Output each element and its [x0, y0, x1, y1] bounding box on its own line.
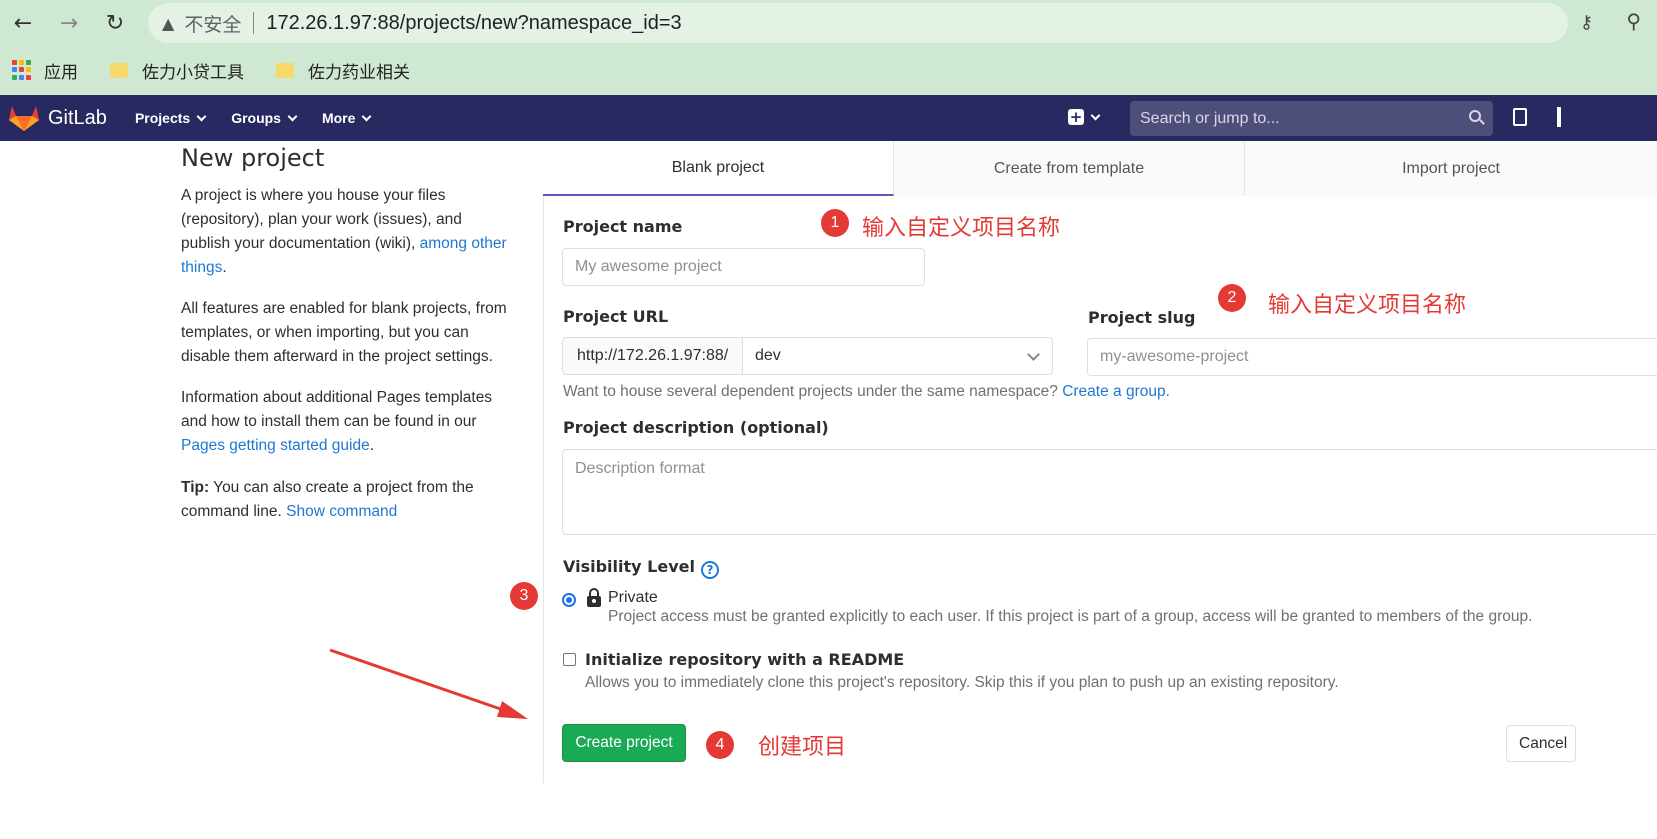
- chevron-down-icon: [1027, 348, 1040, 361]
- create-project-button[interactable]: Create project: [562, 724, 686, 762]
- lock-icon: [587, 588, 601, 607]
- url-text[interactable]: 172.26.1.97:88/projects/new?namespace_id…: [266, 12, 681, 35]
- pages-paragraph: Information about additional Pages templ…: [181, 386, 511, 458]
- nav-projects-menu[interactable]: Projects: [134, 110, 207, 126]
- description-label: Project description (optional): [563, 418, 829, 437]
- todo-icon[interactable]: [1513, 108, 1527, 126]
- private-help: Project access must be granted explicitl…: [608, 608, 1533, 625]
- readme-help: Allows you to immediately clone this pro…: [585, 674, 1339, 691]
- intro-column: New project A project is where you house…: [181, 141, 511, 524]
- project-url-label: Project URL: [563, 307, 669, 326]
- bookmark-label: 佐力药业相关: [308, 62, 410, 83]
- bookmark-label: 佐力小贷工具: [142, 62, 244, 83]
- nav-groups-menu[interactable]: Groups: [231, 110, 298, 126]
- bookmark-folder[interactable]: 佐力小贷工具: [104, 58, 244, 83]
- key-icon[interactable]: ⚷: [1580, 12, 1593, 33]
- features-paragraph: All features are enabled for blank proje…: [181, 300, 507, 365]
- nav-menu-label: Projects: [134, 110, 191, 126]
- tab-blank-project[interactable]: Blank project: [543, 141, 894, 196]
- tab-import-project[interactable]: Import project: [1245, 141, 1657, 196]
- annotation-badge: 4: [706, 731, 734, 759]
- visibility-label-text: Visibility Level: [563, 557, 695, 576]
- cancel-button[interactable]: Cancel: [1506, 725, 1576, 762]
- tab-create-from-template[interactable]: Create from template: [894, 141, 1245, 196]
- question-circle-icon[interactable]: ?: [700, 561, 719, 579]
- pages-guide-link[interactable]: Pages getting started guide: [181, 437, 370, 454]
- search-icon: [1469, 110, 1481, 122]
- bookmark-apps[interactable]: 应用: [12, 58, 78, 83]
- bookmark-folder[interactable]: 佐力药业相关: [270, 58, 410, 83]
- gitlab-brand[interactable]: GitLab: [48, 107, 107, 130]
- intro-paragraph: A project is where you house your files …: [181, 184, 511, 280]
- bookmarks-bar: 应用 佐力小贷工具 佐力药业相关: [0, 50, 436, 90]
- reload-icon[interactable]: ↻: [100, 8, 130, 38]
- new-item-dropdown[interactable]: +: [1068, 108, 1101, 126]
- chevron-down-icon: [1090, 110, 1101, 120]
- chevron-down-icon: [361, 111, 372, 121]
- project-slug-label: Project slug: [1088, 308, 1196, 327]
- readme-checkbox[interactable]: [563, 653, 576, 666]
- merge-request-icon[interactable]: [1557, 107, 1561, 127]
- namespace-value: dev: [755, 347, 781, 364]
- private-label[interactable]: Private: [608, 589, 658, 607]
- annotation-text: 创建项目: [758, 735, 847, 760]
- annotation-badge: 3: [510, 582, 538, 610]
- warning-icon: ▲: [162, 13, 175, 33]
- zoom-icon[interactable]: ⚲: [1626, 9, 1641, 33]
- project-name-input[interactable]: My awesome project: [562, 248, 925, 286]
- search-input[interactable]: Search or jump to...: [1130, 101, 1493, 136]
- search-placeholder: Search or jump to...: [1140, 109, 1280, 127]
- chevron-down-icon: [196, 111, 207, 121]
- group-help-text: Want to house several dependent projects…: [563, 383, 1063, 400]
- private-radio[interactable]: [562, 593, 576, 607]
- project-tabs: Blank project Create from template Impor…: [543, 141, 1657, 196]
- project-name-label: Project name: [563, 217, 683, 236]
- show-command-link[interactable]: Show command: [286, 503, 397, 520]
- pages-text: Information about additional Pages templ…: [181, 389, 493, 430]
- group-help: Want to house several dependent projects…: [563, 383, 1170, 401]
- browser-toolbar: ← → ↻ ▲ 不安全 172.26.1.97:88/projects/new?…: [0, 0, 1657, 95]
- pages-text-end: .: [369, 437, 375, 454]
- intro-text-end: .: [222, 259, 227, 276]
- annotation-text: 输入自定义项目名称: [1268, 293, 1467, 318]
- nav-more-menu[interactable]: More: [321, 110, 372, 126]
- gitlab-navbar: GitLab Projects Groups More + Search or …: [0, 95, 1657, 141]
- visibility-label: Visibility Level?: [563, 557, 719, 579]
- insecure-label: 不安全: [184, 13, 242, 36]
- annotation-badge: 2: [1218, 284, 1246, 312]
- folder-icon: [110, 62, 128, 78]
- nav-menu-label: More: [321, 110, 356, 126]
- plus-square-icon: +: [1068, 108, 1084, 126]
- bookmark-label: 应用: [44, 62, 78, 83]
- content-divider: [543, 141, 544, 783]
- tip-paragraph: Tip: You can also create a project from …: [181, 476, 511, 524]
- readme-label[interactable]: Initialize repository with a README: [585, 650, 904, 669]
- address-bar[interactable]: ▲ 不安全 172.26.1.97:88/projects/new?namesp…: [148, 3, 1568, 43]
- address-separator: [253, 12, 255, 34]
- url-prefix: http://172.26.1.97:88/: [562, 337, 743, 375]
- annotation-badge: 1: [821, 209, 849, 237]
- project-slug-input[interactable]: my-awesome-project: [1087, 338, 1657, 376]
- folder-icon: [276, 62, 294, 78]
- create-group-link[interactable]: Create a group.: [1062, 383, 1170, 400]
- namespace-select[interactable]: dev: [743, 337, 1053, 375]
- tip-label: Tip:: [181, 479, 210, 496]
- back-arrow-icon[interactable]: ←: [8, 8, 38, 38]
- nav-menu-label: Groups: [231, 110, 281, 126]
- apps-grid-icon: [12, 60, 32, 80]
- description-textarea[interactable]: Description format: [562, 449, 1657, 535]
- page-title: New project: [181, 144, 325, 172]
- forward-arrow-icon[interactable]: →: [54, 8, 84, 38]
- chevron-down-icon: [287, 111, 298, 121]
- annotation-text: 输入自定义项目名称: [862, 216, 1061, 241]
- gitlab-logo-icon[interactable]: [8, 104, 40, 132]
